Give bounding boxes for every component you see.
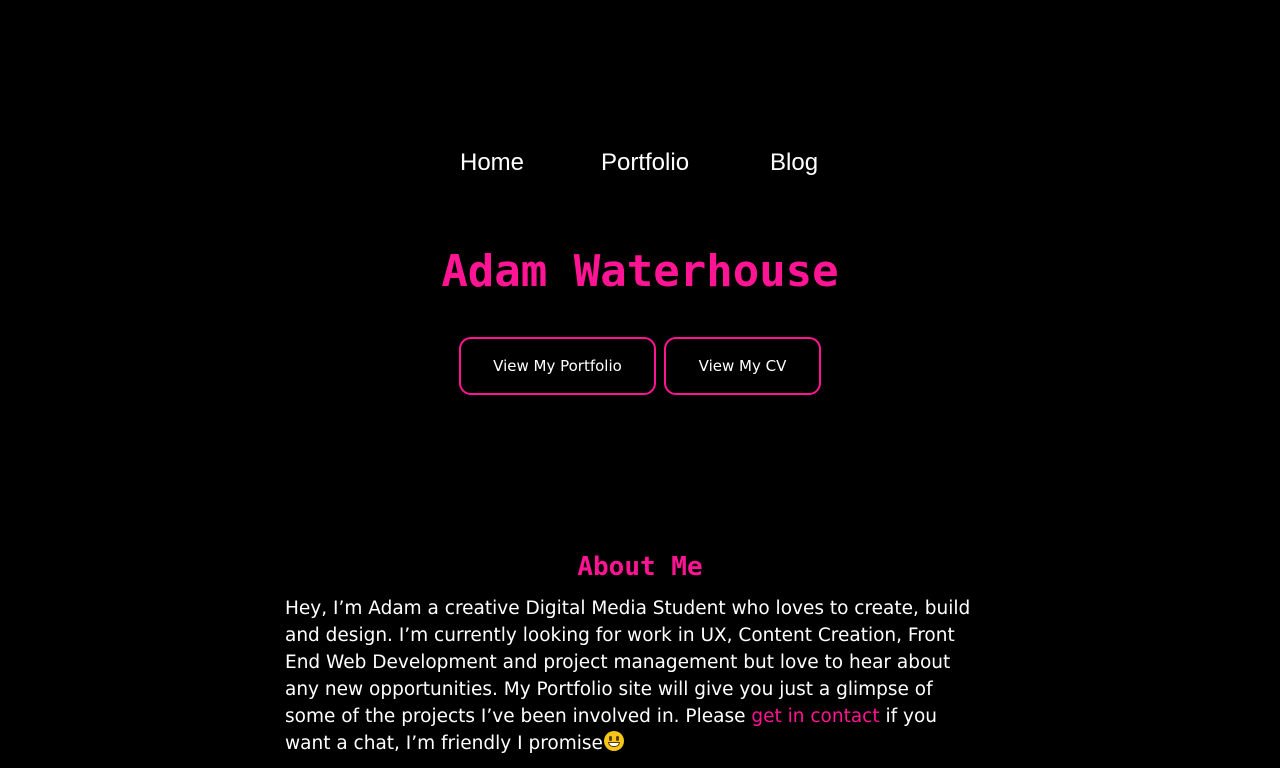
nav-link-portfolio[interactable]: Portfolio bbox=[601, 146, 689, 180]
about-heading: About Me bbox=[577, 552, 703, 582]
view-portfolio-button[interactable]: View My Portfolio bbox=[459, 337, 656, 395]
nav-link-blog[interactable]: Blog bbox=[770, 146, 818, 180]
view-cv-button[interactable]: View My CV bbox=[664, 337, 821, 395]
nav-link-home[interactable]: Home bbox=[460, 146, 524, 180]
get-in-contact-link[interactable]: get in contact bbox=[751, 706, 879, 727]
grinning-face-icon bbox=[603, 731, 624, 751]
about-paragraph: Hey, I’m Adam a creative Digital Media S… bbox=[285, 595, 985, 757]
site-title: Adam Waterhouse bbox=[441, 246, 839, 297]
main-navigation: Home Portfolio Blog bbox=[0, 146, 1280, 180]
